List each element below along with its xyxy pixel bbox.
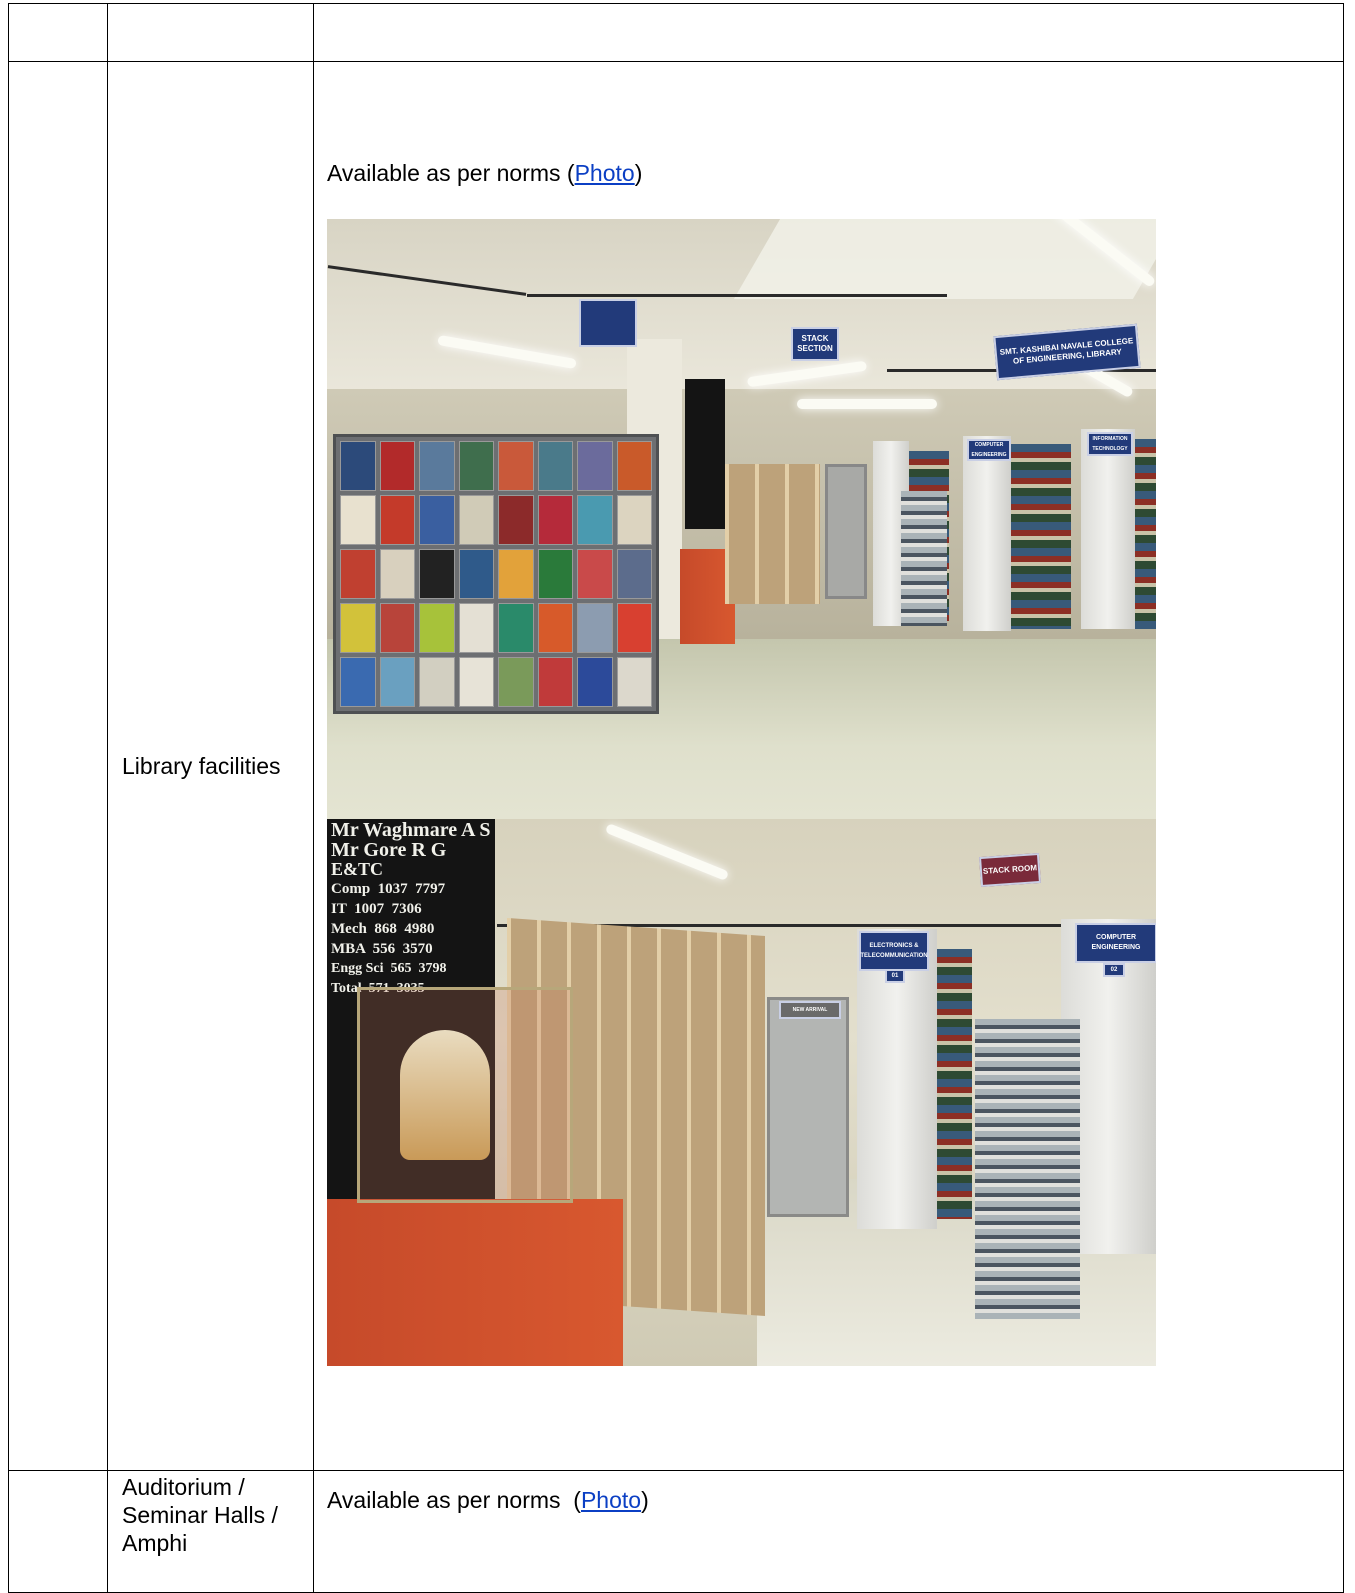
sign-new-arrival: NEW ARRIVAL xyxy=(779,1001,841,1019)
sign-number-01: 01 xyxy=(885,969,905,983)
sign-computer-engineering: COMPUTER ENGINEERING xyxy=(967,439,1011,461)
table-row-library: Library facilities Available as per norm… xyxy=(8,61,1344,1471)
availability-text: Available as per norms (Photo) xyxy=(327,160,643,186)
facility-label: Auditorium / Seminar Halls / Amphi xyxy=(122,1474,278,1556)
book-shelves xyxy=(1011,444,1071,629)
table-row xyxy=(8,3,1344,62)
sign-number-02: 02 xyxy=(1103,963,1125,977)
availability-text: Available as per norms (Photo) xyxy=(327,1487,649,1513)
new-arrival-rack xyxy=(767,997,849,1217)
notice-sign xyxy=(579,299,637,347)
library-photo-stack-section: STACK SECTION SMT. KASHIBAI NAVALE COLLE… xyxy=(327,219,1156,819)
cell-facility xyxy=(107,3,314,62)
facility-label: Library facilities xyxy=(122,753,281,779)
magazine-spinner xyxy=(975,1019,1080,1319)
new-arrivals-rack xyxy=(825,464,867,599)
sign-information-technology: INFORMATION TECHNOLOGY xyxy=(1087,432,1133,456)
sign-stack-section: STACK SECTION xyxy=(791,327,839,361)
book-rack xyxy=(725,464,820,604)
stack-end-panel xyxy=(963,436,1011,631)
display-counter xyxy=(327,1199,623,1366)
cell-details: Available as per norms (Photo) STACK SEC… xyxy=(313,61,1344,1471)
facilities-table: Library facilities Available as per norm… xyxy=(8,3,1344,1593)
sign-computer-engineering: COMPUTER ENGINEERING xyxy=(1075,923,1156,963)
cell-serial xyxy=(8,61,108,1471)
cell-facility: Library facilities xyxy=(107,61,314,1471)
cell-details: Available as per norms (Photo) xyxy=(313,1470,1344,1593)
magazine-wall-rack xyxy=(333,434,659,714)
photo-link[interactable]: Photo xyxy=(581,1487,641,1513)
sign-stack-room: STACK ROOM xyxy=(979,852,1041,888)
table-row-auditorium: Auditorium / Seminar Halls / Amphi Avail… xyxy=(8,1470,1344,1593)
photo-link[interactable]: Photo xyxy=(575,160,635,186)
book-shelves xyxy=(937,949,972,1219)
cell-serial xyxy=(8,1470,108,1593)
notice-board xyxy=(685,379,725,529)
library-photo-stack-room: STACK ROOM Mr Waghmare A S Mr Gore R G E… xyxy=(327,819,1156,1366)
magazine-spinner xyxy=(901,491,947,626)
idol-display-case xyxy=(357,987,573,1203)
stack-end-panel xyxy=(1081,429,1135,629)
sign-electronics-telecom: ELECTRONICS & TELECOMMUNICATION xyxy=(859,931,929,971)
cell-details xyxy=(313,3,1344,62)
cell-facility: Auditorium / Seminar Halls / Amphi xyxy=(107,1470,314,1593)
book-shelves xyxy=(1135,439,1156,629)
cell-serial xyxy=(8,3,108,62)
